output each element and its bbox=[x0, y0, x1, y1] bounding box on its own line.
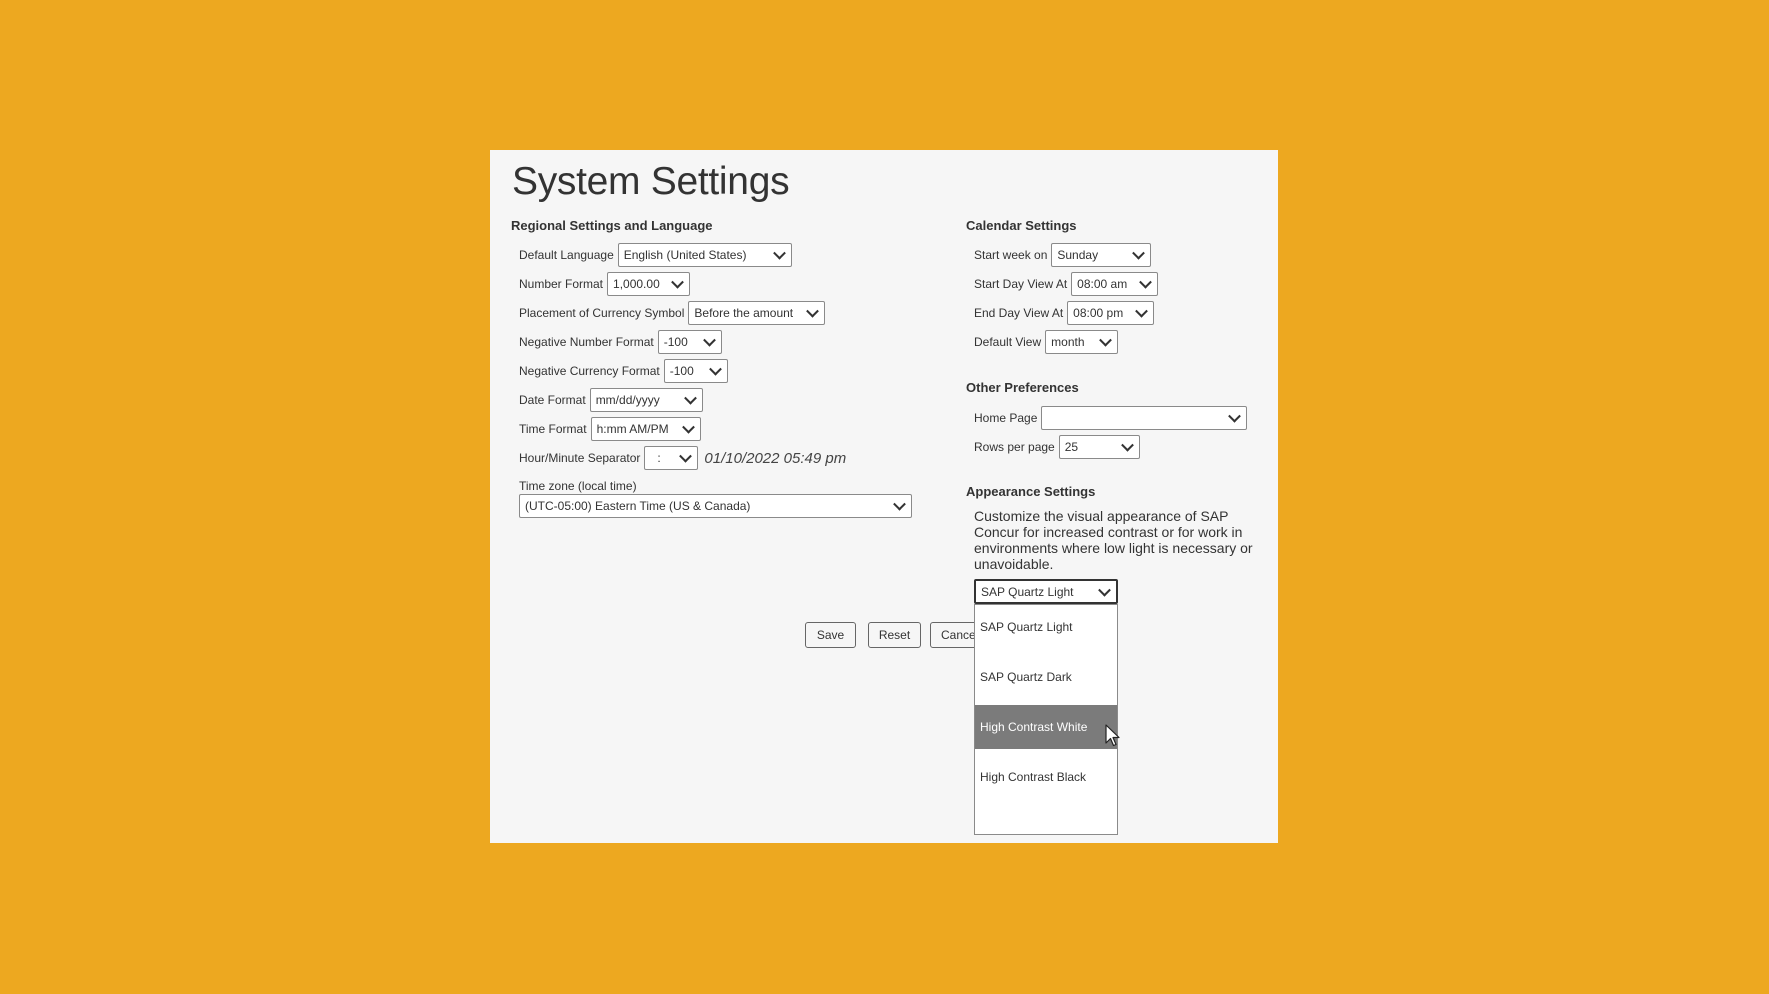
currency-placement-select[interactable]: Before the amount bbox=[688, 301, 826, 325]
date-format-row: Date Format mm/dd/yyyy bbox=[519, 388, 703, 412]
end-day-label: End Day View At bbox=[974, 306, 1064, 320]
default-view-value: month bbox=[1051, 335, 1085, 349]
time-format-row: Time Format h:mm AM/PM bbox=[519, 417, 701, 441]
negative-currency-select[interactable]: -100 bbox=[663, 359, 728, 383]
appearance-option[interactable]: High Contrast Black bbox=[975, 755, 1117, 799]
appearance-select[interactable]: SAP Quartz Light bbox=[974, 579, 1118, 604]
start-day-value: 08:00 am bbox=[1077, 277, 1128, 291]
start-week-select[interactable]: Sunday bbox=[1051, 243, 1152, 267]
negative-number-select[interactable]: -100 bbox=[657, 330, 722, 354]
chevron-down-icon bbox=[1099, 333, 1113, 347]
end-day-row: End Day View At 08:00 pm bbox=[974, 301, 1155, 325]
home-page-row: Home Page bbox=[974, 406, 1248, 430]
rows-per-page-label: Rows per page bbox=[974, 440, 1055, 454]
negative-number-label: Negative Number Format bbox=[519, 335, 654, 349]
start-week-row: Start week on Sunday bbox=[974, 243, 1152, 267]
currency-placement-label: Placement of Currency Symbol bbox=[519, 306, 685, 320]
chevron-down-icon bbox=[1135, 304, 1149, 318]
chevron-down-icon bbox=[681, 420, 695, 434]
appearance-option[interactable]: SAP Quartz Dark bbox=[975, 655, 1117, 699]
negative-currency-value: -100 bbox=[669, 364, 694, 378]
calendar-heading: Calendar Settings bbox=[966, 218, 1077, 233]
page-title: System Settings bbox=[512, 160, 790, 203]
chevron-down-icon bbox=[679, 449, 693, 463]
time-format-select[interactable]: h:mm AM/PM bbox=[590, 417, 701, 441]
save-button[interactable]: Save bbox=[805, 622, 856, 648]
home-page-select[interactable] bbox=[1041, 406, 1248, 430]
reset-button[interactable]: Reset bbox=[868, 622, 921, 648]
negative-currency-row: Negative Currency Format -100 bbox=[519, 359, 728, 383]
currency-placement-value: Before the amount bbox=[694, 306, 794, 320]
date-format-select[interactable]: mm/dd/yyyy bbox=[589, 388, 703, 412]
negative-number-row: Negative Number Format -100 bbox=[519, 330, 722, 354]
timezone-select[interactable]: (UTC-05:00) Eastern Time (US & Canada) bbox=[519, 494, 912, 518]
appearance-option-highlighted[interactable]: High Contrast White bbox=[975, 705, 1117, 749]
default-language-select[interactable]: English (United States) bbox=[617, 243, 792, 267]
default-view-select[interactable]: month bbox=[1045, 330, 1119, 354]
number-format-label: Number Format bbox=[519, 277, 604, 291]
number-format-row: Number Format 1,000.00 bbox=[519, 272, 691, 296]
chevron-down-icon bbox=[772, 246, 786, 260]
end-day-value: 08:00 pm bbox=[1073, 306, 1124, 320]
chevron-down-icon bbox=[702, 333, 716, 347]
negative-currency-label: Negative Currency Format bbox=[519, 364, 660, 378]
datetime-preview: 01/10/2022 05:49 pm bbox=[704, 449, 847, 467]
number-format-select[interactable]: 1,000.00 bbox=[607, 272, 691, 296]
default-language-row: Default Language English (United States) bbox=[519, 243, 792, 267]
date-format-value: mm/dd/yyyy bbox=[595, 393, 660, 407]
time-format-value: h:mm AM/PM bbox=[596, 422, 669, 436]
start-day-label: Start Day View At bbox=[974, 277, 1068, 291]
chevron-down-icon bbox=[806, 304, 820, 318]
appearance-selected-value: SAP Quartz Light bbox=[981, 584, 1074, 599]
chevron-down-icon bbox=[708, 362, 722, 376]
chevron-down-icon bbox=[683, 391, 697, 405]
time-format-label: Time Format bbox=[519, 422, 587, 436]
rows-per-page-select[interactable]: 25 bbox=[1058, 435, 1140, 459]
appearance-heading: Appearance Settings bbox=[966, 484, 1096, 499]
appearance-description: Customize the visual appearance of SAP C… bbox=[974, 508, 1253, 572]
chevron-down-icon bbox=[671, 275, 684, 289]
appearance-dropdown-list: SAP Quartz Light SAP Quartz Dark High Co… bbox=[974, 604, 1118, 835]
timezone-label: Time zone (local time) bbox=[519, 479, 637, 493]
default-view-label: Default View bbox=[974, 335, 1042, 349]
timezone-value: (UTC-05:00) Eastern Time (US & Canada) bbox=[525, 499, 751, 513]
negative-number-value: -100 bbox=[663, 335, 688, 349]
start-day-select[interactable]: 08:00 am bbox=[1071, 272, 1159, 296]
chevron-down-icon bbox=[893, 497, 906, 511]
number-format-value: 1,000.00 bbox=[613, 277, 660, 291]
chevron-down-icon bbox=[1098, 583, 1111, 597]
other-heading: Other Preferences bbox=[966, 380, 1079, 395]
separator-row: Hour/Minute Separator : 01/10/2022 05:49… bbox=[519, 446, 846, 470]
mouse-cursor-icon bbox=[1105, 724, 1120, 747]
chevron-down-icon bbox=[1228, 409, 1242, 423]
home-page-label: Home Page bbox=[974, 411, 1038, 425]
separator-select[interactable]: : bbox=[644, 446, 699, 470]
chevron-down-icon bbox=[1120, 438, 1134, 452]
default-language-label: Default Language bbox=[519, 248, 614, 262]
separator-label: Hour/Minute Separator bbox=[519, 451, 641, 465]
end-day-select[interactable]: 08:00 pm bbox=[1067, 301, 1155, 325]
rows-per-page-value: 25 bbox=[1064, 440, 1079, 454]
default-view-row: Default View month bbox=[974, 330, 1119, 354]
start-day-row: Start Day View At 08:00 am bbox=[974, 272, 1159, 296]
regional-heading: Regional Settings and Language bbox=[511, 218, 713, 233]
currency-placement-row: Placement of Currency Symbol Before the … bbox=[519, 301, 826, 325]
start-week-value: Sunday bbox=[1057, 248, 1099, 262]
date-format-label: Date Format bbox=[519, 393, 586, 407]
appearance-option[interactable]: SAP Quartz Light bbox=[975, 605, 1117, 649]
chevron-down-icon bbox=[1139, 275, 1153, 289]
separator-value: : bbox=[657, 451, 661, 465]
settings-panel: System Settings Regional Settings and La… bbox=[490, 150, 1278, 843]
start-week-label: Start week on bbox=[974, 248, 1048, 262]
rows-per-page-row: Rows per page 25 bbox=[974, 435, 1140, 459]
default-language-value: English (United States) bbox=[623, 248, 747, 262]
chevron-down-icon bbox=[1132, 246, 1146, 260]
